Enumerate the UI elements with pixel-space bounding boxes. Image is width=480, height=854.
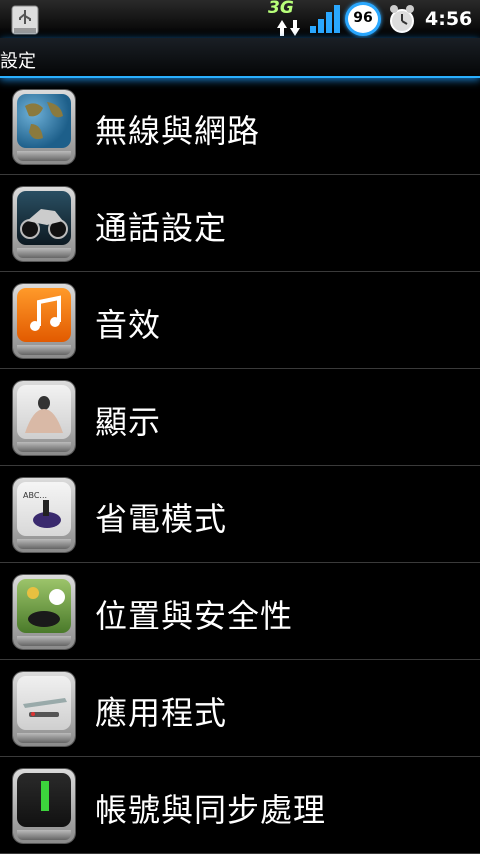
settings-item-label: 無線與網路 <box>95 112 261 150</box>
settings-item-power-saving[interactable]: ABC... 省電模式 <box>0 466 480 563</box>
settings-item-label: 通話設定 <box>95 209 228 247</box>
globe-icon <box>13 90 75 164</box>
settings-item-label: 音效 <box>95 306 162 344</box>
settings-item-call-settings[interactable]: 通話設定 <box>0 175 480 272</box>
settings-item-label: 應用程式 <box>95 694 228 732</box>
settings-list: 無線與網路 通話設定 音效 顯示 ABC... 省電模式 位置與安全性 應用程式… <box>0 78 480 854</box>
settings-item-label: 顯示 <box>95 403 162 441</box>
ink-bottle-icon: ABC... <box>13 478 75 552</box>
page-title: 設定 <box>0 51 36 72</box>
settings-item-sound[interactable]: 音效 <box>0 272 480 369</box>
status-clock: 4:56 <box>425 8 473 30</box>
sync-icon <box>13 769 75 843</box>
title-bar: 設定 <box>0 38 480 78</box>
settings-item-accounts-sync[interactable]: 帳號與同步處理 <box>0 757 480 854</box>
settings-item-display[interactable]: 顯示 <box>0 369 480 466</box>
status-bar: 3G 96 4:56 <box>0 0 480 38</box>
settings-item-wireless-network[interactable]: 無線與網路 <box>0 78 480 175</box>
network-type-label: 3G <box>268 0 294 18</box>
settings-item-applications[interactable]: 應用程式 <box>0 660 480 757</box>
svg-text:ABC...: ABC... <box>23 491 47 500</box>
music-note-icon <box>13 284 75 358</box>
network-3g-icon: 3G <box>268 0 308 38</box>
signal-strength-icon <box>310 5 340 33</box>
battery-level: 96 <box>353 10 373 26</box>
battery-indicator: 96 <box>345 2 381 36</box>
motorcycle-icon <box>13 187 75 261</box>
usb-icon <box>11 5 39 35</box>
settings-item-label: 位置與安全性 <box>95 597 294 635</box>
golf-hole-icon <box>13 575 75 649</box>
display-figure-icon <box>13 381 75 455</box>
airplane-icon <box>13 672 75 746</box>
alarm-clock-icon <box>390 5 414 33</box>
settings-item-label: 帳號與同步處理 <box>95 791 327 829</box>
settings-item-location-security[interactable]: 位置與安全性 <box>0 563 480 660</box>
settings-item-label: 省電模式 <box>95 500 228 538</box>
